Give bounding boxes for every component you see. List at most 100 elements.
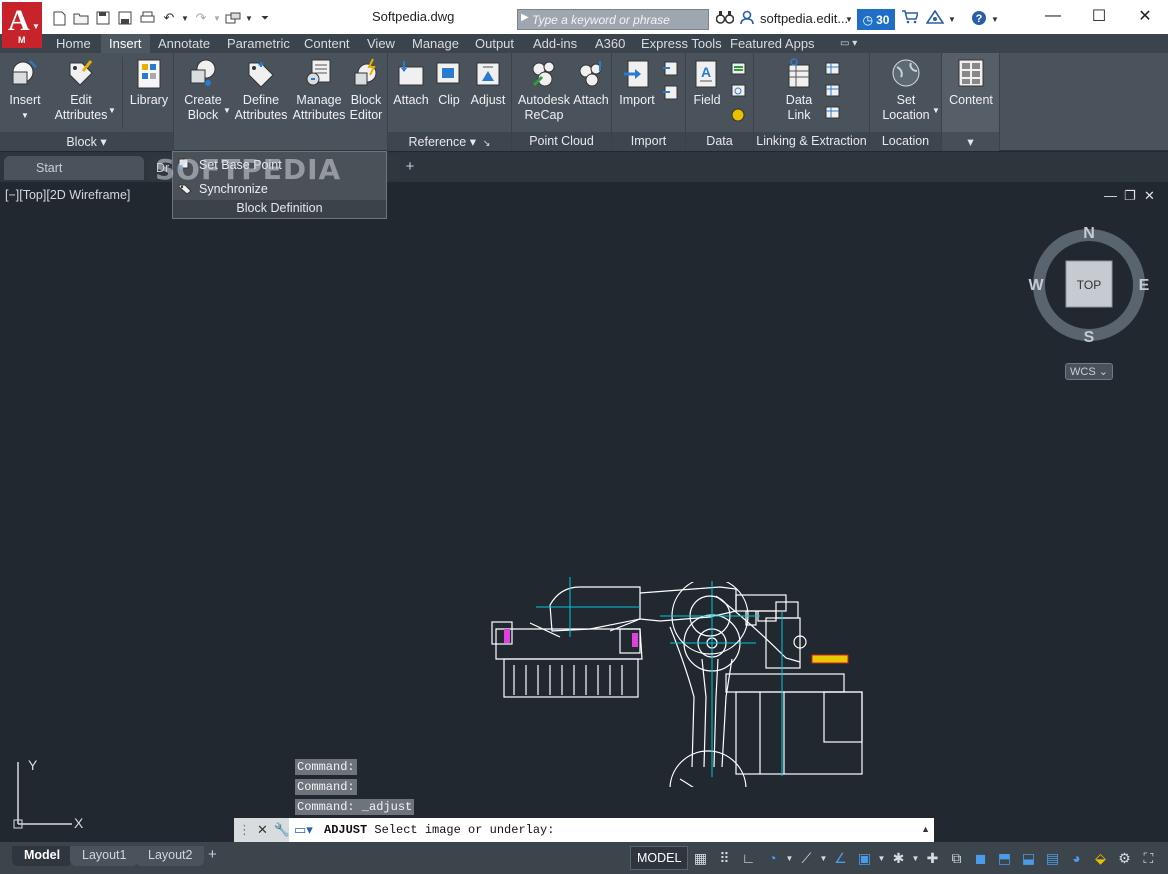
data-link-button[interactable]: Data Link xyxy=(778,57,820,123)
download-from-source-icon[interactable] xyxy=(824,61,841,76)
file-tab-start[interactable]: Start xyxy=(4,156,144,180)
clip-button[interactable]: Clip xyxy=(432,57,466,108)
isometric-dropdown-icon[interactable]: ▼ xyxy=(818,846,828,870)
new-layout-plus-icon[interactable]: + xyxy=(208,846,217,863)
selection-cycling-icon[interactable]: ⧉ xyxy=(944,846,968,870)
drawing-viewport[interactable]: [−][Top][2D Wireframe] — ❐ ✕ TOP N S E W… xyxy=(0,182,1168,842)
panel-import-title[interactable]: Import xyxy=(612,132,685,151)
new-file-icon[interactable] xyxy=(48,10,70,26)
search-expand-icon[interactable]: ▶ xyxy=(521,12,529,23)
tab-view[interactable]: View xyxy=(359,34,403,53)
viewcube[interactable]: TOP N S E W xyxy=(1026,222,1152,348)
compass-south[interactable]: S xyxy=(1084,329,1095,346)
layout-tab-layout2[interactable]: Layout2 xyxy=(136,846,205,866)
hyperlink-icon[interactable] xyxy=(730,83,747,98)
viewport-close-icon[interactable]: ✕ xyxy=(1144,188,1155,204)
ole-object-icon[interactable] xyxy=(730,107,747,122)
point-cloud-attach-button[interactable]: Attach xyxy=(572,57,610,108)
open-folder-icon[interactable] xyxy=(70,10,92,26)
polar-tracking-icon[interactable]: ◔ xyxy=(760,846,784,870)
library-button[interactable]: Library xyxy=(128,57,170,108)
set-location-button[interactable]: Set Location xyxy=(878,57,934,123)
viewport-restore-icon[interactable]: ❐ xyxy=(1124,188,1136,204)
object-snap-tracking-icon[interactable]: ∠ xyxy=(828,846,852,870)
panel-reference-title[interactable]: Reference ▾ ↘ xyxy=(388,132,511,151)
panel-content-expand[interactable]: ▾ xyxy=(942,132,999,151)
annotation-dropdown-icon[interactable]: ▼ xyxy=(910,846,920,870)
object-snap-dropdown-icon[interactable]: ▼ xyxy=(876,846,886,870)
customization-icon[interactable]: ≡ xyxy=(1160,846,1168,870)
panel-data-title[interactable]: Data xyxy=(686,132,753,151)
undo-dropdown-icon[interactable]: ▼ xyxy=(180,10,190,26)
viewport-minimize-icon[interactable]: — xyxy=(1104,188,1117,203)
binoculars-icon[interactable] xyxy=(715,10,735,27)
user-account-name[interactable]: softpedia.edit... xyxy=(760,11,848,26)
dialog-launcher-icon[interactable]: ↘ xyxy=(483,138,491,148)
field-button[interactable]: A Field xyxy=(690,57,724,108)
annotation-scale-icon[interactable]: ✱ xyxy=(886,846,910,870)
save-icon[interactable] xyxy=(92,10,114,26)
extract-data-icon[interactable] xyxy=(824,105,841,120)
workspace-icon[interactable]: ◼ xyxy=(968,846,992,870)
edit-attributes-button[interactable]: Edit Attributes xyxy=(52,57,110,123)
help-dropdown-icon[interactable]: ▼ xyxy=(991,15,999,24)
units-icon[interactable]: ⬓ xyxy=(1016,846,1040,870)
model-space-toggle[interactable]: MODEL xyxy=(630,846,689,870)
application-menu-button[interactable]: A M ▼ xyxy=(2,2,42,48)
redo-dropdown-icon[interactable]: ▼ xyxy=(212,10,222,26)
command-prompt[interactable]: ADJUST Select image or underlay: xyxy=(324,823,554,837)
object-snap-icon[interactable]: ▣ xyxy=(852,846,876,870)
plot-icon[interactable] xyxy=(136,10,158,26)
pdf-import-icon[interactable] xyxy=(662,61,679,76)
command-history-toggle-icon[interactable]: ▲ xyxy=(921,824,930,834)
redo-icon[interactable]: ↷ xyxy=(190,10,212,26)
ribbon-minimize-toggle-icon[interactable]: ▭ ▾ xyxy=(834,34,857,53)
layout-tab-layout1[interactable]: Layout1 xyxy=(70,846,139,866)
tab-parametric[interactable]: Parametric xyxy=(219,34,298,53)
command-line[interactable]: ⋮ ✕ 🔧 ▭▾ ADJUST Select image or underlay… xyxy=(234,818,934,842)
isolate-objects-icon[interactable]: ⬙ xyxy=(1088,846,1112,870)
a360-icon[interactable] xyxy=(925,9,945,27)
isometric-icon[interactable]: ⟋ xyxy=(794,846,818,870)
tab-express-tools[interactable]: Express Tools xyxy=(633,34,730,53)
lock-ui-icon[interactable]: ◕ xyxy=(1064,846,1088,870)
crosshair-icon[interactable]: ✚ xyxy=(920,846,944,870)
clean-screen-icon[interactable]: ⛶ xyxy=(1136,846,1160,870)
ortho-icon[interactable]: ∟ xyxy=(736,846,760,870)
search-box[interactable]: ▶ xyxy=(517,9,709,30)
tab-manage[interactable]: Manage xyxy=(404,34,467,53)
tab-featured-apps[interactable]: Featured Apps xyxy=(722,34,823,53)
set-location-dropdown-icon[interactable]: ▼ xyxy=(932,106,940,115)
tab-insert[interactable]: Insert xyxy=(101,34,150,53)
edit-attributes-dropdown-icon[interactable]: ▼ xyxy=(108,106,116,115)
trial-days-badge[interactable]: ◷ 30 xyxy=(857,9,895,30)
polar-dropdown-icon[interactable]: ▼ xyxy=(784,846,794,870)
new-tab-plus-icon[interactable]: + xyxy=(401,158,419,176)
quick-properties-icon[interactable]: ▤ xyxy=(1040,846,1064,870)
panel-block-title[interactable]: Block ▾ xyxy=(0,132,173,151)
drag-grip-icon[interactable]: ⋮ xyxy=(238,822,251,838)
content-button[interactable]: Content xyxy=(948,57,994,108)
adjust-button[interactable]: Adjust xyxy=(468,57,508,108)
tab-annotate[interactable]: Annotate xyxy=(150,34,218,53)
update-fields-icon[interactable] xyxy=(730,61,747,76)
tab-a360[interactable]: A360 xyxy=(587,34,633,53)
tab-home[interactable]: Home xyxy=(48,34,99,53)
import-markup-icon[interactable] xyxy=(662,85,679,100)
customize-wrench-icon[interactable]: 🔧 xyxy=(274,822,290,838)
insert-block-button[interactable]: Insert ▼ xyxy=(6,57,44,123)
compass-east[interactable]: E xyxy=(1139,277,1150,294)
help-icon[interactable]: ? xyxy=(971,10,987,29)
minimize-button[interactable]: — xyxy=(1030,4,1076,28)
compass-west[interactable]: W xyxy=(1028,277,1044,294)
maximize-button[interactable]: ☐ xyxy=(1076,4,1122,28)
user-dropdown-icon[interactable]: ▼ xyxy=(845,15,853,24)
cart-icon[interactable] xyxy=(902,10,920,27)
annotation-monitor-icon[interactable]: ⬒ xyxy=(992,846,1016,870)
close-command-line-icon[interactable]: ✕ xyxy=(257,822,268,838)
snap-icon[interactable]: ⠿ xyxy=(712,846,736,870)
import-button[interactable]: Import xyxy=(616,57,658,108)
manage-attributes-button[interactable]: Manage Attributes xyxy=(292,57,346,123)
block-editor-button[interactable]: Block Editor xyxy=(346,57,386,123)
define-attributes-button[interactable]: Define Attributes xyxy=(232,57,290,123)
